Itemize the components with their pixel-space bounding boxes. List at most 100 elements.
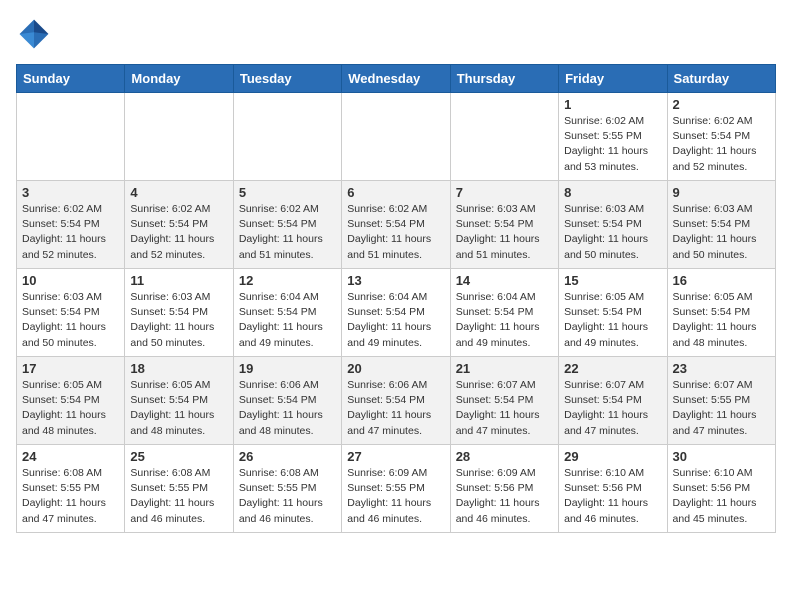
- day-number: 1: [564, 97, 661, 112]
- calendar-cell: 4Sunrise: 6:02 AM Sunset: 5:54 PM Daylig…: [125, 181, 233, 269]
- day-info: Sunrise: 6:02 AM Sunset: 5:54 PM Dayligh…: [130, 202, 227, 263]
- calendar-cell: 2 Sunrise: 6:02 AM Sunset: 5:54 PM Daylig…: [667, 93, 775, 181]
- day-number: 24: [22, 449, 119, 464]
- page-header: [16, 16, 776, 52]
- calendar-cell: [17, 93, 125, 181]
- day-number: 8: [564, 185, 661, 200]
- weekday-header: Friday: [559, 65, 667, 93]
- calendar-cell: 7 Sunrise: 6:03 AM Sunset: 5:54 PM Daylig…: [450, 181, 558, 269]
- calendar-cell: 29 Sunrise: 6:10 AM Sunset: 5:56 PM Dayli…: [559, 445, 667, 533]
- weekday-header: Saturday: [667, 65, 775, 93]
- day-info: Sunrise: 6:10 AM Sunset: 5:56 PM Dayligh…: [564, 466, 661, 527]
- day-number: 5: [239, 185, 336, 200]
- day-info: Sunrise: 6:09 AM Sunset: 5:56 PM Dayligh…: [456, 466, 553, 527]
- day-number: 16: [673, 273, 770, 288]
- day-info: Sunrise: 6:02 AM Sunset: 5:54 PM Dayligh…: [673, 114, 770, 175]
- calendar-cell: 11 Sunrise: 6:03 AM Sunset: 5:54 PM Dayli…: [125, 269, 233, 357]
- day-number: 28: [456, 449, 553, 464]
- calendar-week-row: 17 Sunrise: 6:05 AM Sunset: 5:54 PM Dayli…: [17, 357, 776, 445]
- day-number: 11: [130, 273, 227, 288]
- calendar-cell: 3 Sunrise: 6:02 AM Sunset: 5:54 PM Daylig…: [17, 181, 125, 269]
- day-info: Sunrise: 6:07 AM Sunset: 5:54 PM Dayligh…: [564, 378, 661, 439]
- calendar-week-row: 1 Sunrise: 6:02 AM Sunset: 5:55 PM Daylig…: [17, 93, 776, 181]
- day-info: Sunrise: 6:10 AM Sunset: 5:56 PM Dayligh…: [673, 466, 770, 527]
- calendar-cell: 1 Sunrise: 6:02 AM Sunset: 5:55 PM Daylig…: [559, 93, 667, 181]
- day-info: Sunrise: 6:05 AM Sunset: 5:54 PM Dayligh…: [22, 378, 119, 439]
- day-info: Sunrise: 6:07 AM Sunset: 5:54 PM Dayligh…: [456, 378, 553, 439]
- calendar-cell: 10 Sunrise: 6:03 AM Sunset: 5:54 PM Dayli…: [17, 269, 125, 357]
- calendar-cell: 18 Sunrise: 6:05 AM Sunset: 5:54 PM Dayli…: [125, 357, 233, 445]
- day-number: 2: [673, 97, 770, 112]
- day-info: Sunrise: 6:02 AM Sunset: 5:55 PM Dayligh…: [564, 114, 661, 175]
- day-number: 30: [673, 449, 770, 464]
- calendar-week-row: 3 Sunrise: 6:02 AM Sunset: 5:54 PM Daylig…: [17, 181, 776, 269]
- calendar-cell: 12 Sunrise: 6:04 AM Sunset: 5:54 PM Dayli…: [233, 269, 341, 357]
- day-number: 23: [673, 361, 770, 376]
- weekday-header: Wednesday: [342, 65, 450, 93]
- day-info: Sunrise: 6:05 AM Sunset: 5:54 PM Dayligh…: [564, 290, 661, 351]
- calendar-cell: 17 Sunrise: 6:05 AM Sunset: 5:54 PM Dayli…: [17, 357, 125, 445]
- calendar-week-row: 24 Sunrise: 6:08 AM Sunset: 5:55 PM Dayli…: [17, 445, 776, 533]
- calendar-cell: 8 Sunrise: 6:03 AM Sunset: 5:54 PM Daylig…: [559, 181, 667, 269]
- calendar-cell: 26 Sunrise: 6:08 AM Sunset: 5:55 PM Dayli…: [233, 445, 341, 533]
- day-number: 15: [564, 273, 661, 288]
- day-number: 18: [130, 361, 227, 376]
- day-number: 29: [564, 449, 661, 464]
- calendar-cell: [233, 93, 341, 181]
- logo-icon: [16, 16, 52, 52]
- day-info: Sunrise: 6:02 AM Sunset: 5:54 PM Dayligh…: [239, 202, 336, 263]
- day-info: Sunrise: 6:08 AM Sunset: 5:55 PM Dayligh…: [22, 466, 119, 527]
- calendar-cell: [342, 93, 450, 181]
- day-info: Sunrise: 6:08 AM Sunset: 5:55 PM Dayligh…: [239, 466, 336, 527]
- calendar-cell: 30 Sunrise: 6:10 AM Sunset: 5:56 PM Dayli…: [667, 445, 775, 533]
- calendar-cell: 21Sunrise: 6:07 AM Sunset: 5:54 PM Dayli…: [450, 357, 558, 445]
- day-number: 19: [239, 361, 336, 376]
- calendar-cell: 5 Sunrise: 6:02 AM Sunset: 5:54 PM Daylig…: [233, 181, 341, 269]
- day-info: Sunrise: 6:04 AM Sunset: 5:54 PM Dayligh…: [347, 290, 444, 351]
- calendar-cell: [450, 93, 558, 181]
- logo: [16, 16, 56, 52]
- calendar-cell: 25Sunrise: 6:08 AM Sunset: 5:55 PM Dayli…: [125, 445, 233, 533]
- day-number: 13: [347, 273, 444, 288]
- day-info: Sunrise: 6:03 AM Sunset: 5:54 PM Dayligh…: [456, 202, 553, 263]
- day-number: 6: [347, 185, 444, 200]
- day-number: 27: [347, 449, 444, 464]
- day-info: Sunrise: 6:05 AM Sunset: 5:54 PM Dayligh…: [673, 290, 770, 351]
- day-info: Sunrise: 6:02 AM Sunset: 5:54 PM Dayligh…: [347, 202, 444, 263]
- calendar-cell: 20Sunrise: 6:06 AM Sunset: 5:54 PM Dayli…: [342, 357, 450, 445]
- day-info: Sunrise: 6:06 AM Sunset: 5:54 PM Dayligh…: [239, 378, 336, 439]
- calendar-cell: 15 Sunrise: 6:05 AM Sunset: 5:54 PM Dayli…: [559, 269, 667, 357]
- day-info: Sunrise: 6:03 AM Sunset: 5:54 PM Dayligh…: [564, 202, 661, 263]
- day-number: 10: [22, 273, 119, 288]
- calendar-cell: 19 Sunrise: 6:06 AM Sunset: 5:54 PM Dayli…: [233, 357, 341, 445]
- day-info: Sunrise: 6:04 AM Sunset: 5:54 PM Dayligh…: [239, 290, 336, 351]
- calendar-cell: 14Sunrise: 6:04 AM Sunset: 5:54 PM Dayli…: [450, 269, 558, 357]
- weekday-header-row: SundayMondayTuesdayWednesdayThursdayFrid…: [17, 65, 776, 93]
- day-number: 9: [673, 185, 770, 200]
- day-number: 26: [239, 449, 336, 464]
- calendar-cell: 6 Sunrise: 6:02 AM Sunset: 5:54 PM Daylig…: [342, 181, 450, 269]
- weekday-header: Monday: [125, 65, 233, 93]
- day-info: Sunrise: 6:07 AM Sunset: 5:55 PM Dayligh…: [673, 378, 770, 439]
- day-info: Sunrise: 6:04 AM Sunset: 5:54 PM Dayligh…: [456, 290, 553, 351]
- calendar-week-row: 10 Sunrise: 6:03 AM Sunset: 5:54 PM Dayli…: [17, 269, 776, 357]
- day-info: Sunrise: 6:02 AM Sunset: 5:54 PM Dayligh…: [22, 202, 119, 263]
- calendar-cell: 13 Sunrise: 6:04 AM Sunset: 5:54 PM Dayli…: [342, 269, 450, 357]
- weekday-header: Sunday: [17, 65, 125, 93]
- day-number: 3: [22, 185, 119, 200]
- day-info: Sunrise: 6:03 AM Sunset: 5:54 PM Dayligh…: [130, 290, 227, 351]
- day-number: 22: [564, 361, 661, 376]
- day-number: 7: [456, 185, 553, 200]
- calendar-cell: 23 Sunrise: 6:07 AM Sunset: 5:55 PM Dayli…: [667, 357, 775, 445]
- calendar-cell: 22 Sunrise: 6:07 AM Sunset: 5:54 PM Dayli…: [559, 357, 667, 445]
- day-info: Sunrise: 6:03 AM Sunset: 5:54 PM Dayligh…: [673, 202, 770, 263]
- day-number: 17: [22, 361, 119, 376]
- day-info: Sunrise: 6:08 AM Sunset: 5:55 PM Dayligh…: [130, 466, 227, 527]
- day-number: 12: [239, 273, 336, 288]
- calendar-cell: 28 Sunrise: 6:09 AM Sunset: 5:56 PM Dayli…: [450, 445, 558, 533]
- weekday-header: Thursday: [450, 65, 558, 93]
- day-info: Sunrise: 6:05 AM Sunset: 5:54 PM Dayligh…: [130, 378, 227, 439]
- day-info: Sunrise: 6:06 AM Sunset: 5:54 PM Dayligh…: [347, 378, 444, 439]
- day-info: Sunrise: 6:03 AM Sunset: 5:54 PM Dayligh…: [22, 290, 119, 351]
- calendar-cell: 16 Sunrise: 6:05 AM Sunset: 5:54 PM Dayli…: [667, 269, 775, 357]
